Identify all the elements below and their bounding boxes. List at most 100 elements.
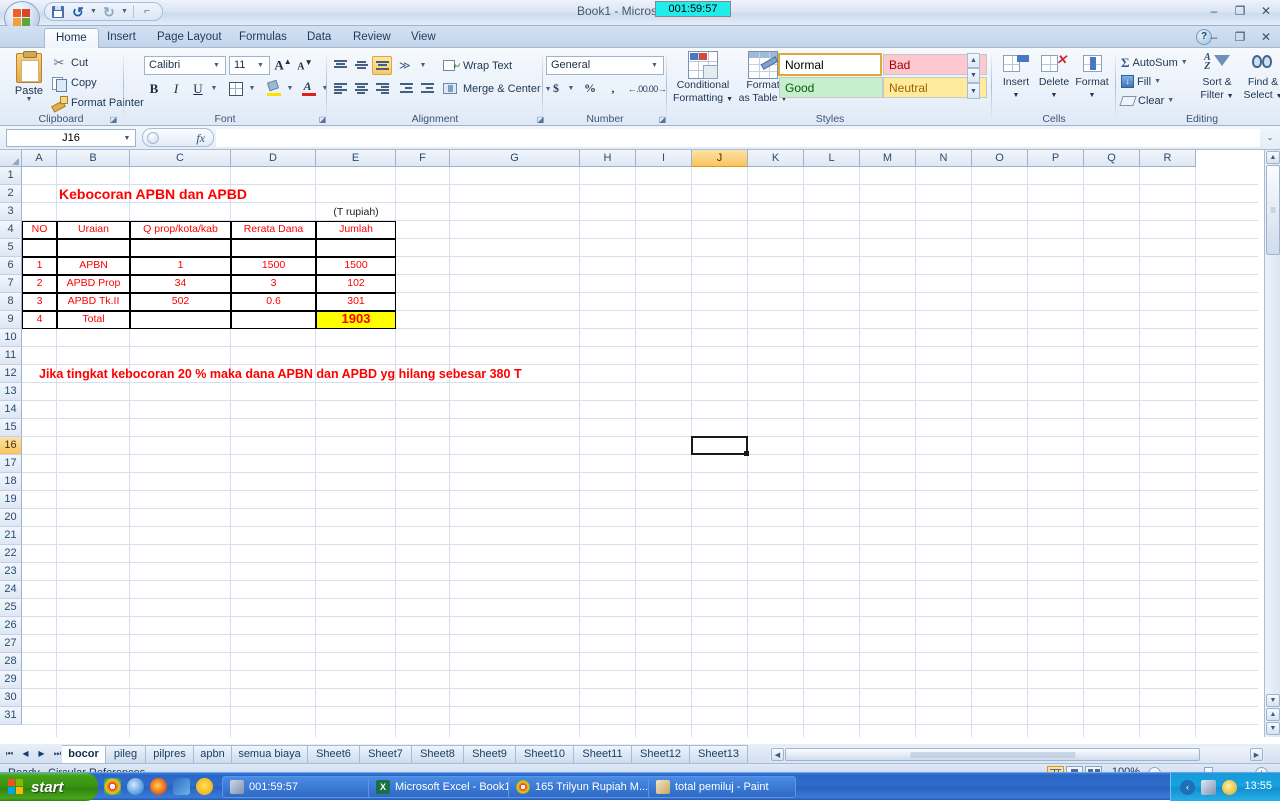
chevron-down-icon[interactable]: ▼: [254, 57, 267, 74]
increase-decimal-button[interactable]: ←.00: [628, 79, 648, 98]
cell-A4-header[interactable]: NO: [22, 221, 57, 239]
cell-A7[interactable]: 2: [22, 275, 57, 293]
cell-A8[interactable]: 3: [22, 293, 57, 311]
taskbar-item-browser[interactable]: 165 Trilyun Rupiah M...: [508, 776, 656, 798]
name-box[interactable]: J16 ▼: [6, 129, 136, 147]
styles-scroll-up[interactable]: ▲: [967, 53, 980, 68]
first-sheet-button[interactable]: ⏮: [2, 746, 17, 761]
cell-B2-title[interactable]: Kebocoran APBN dan APBD: [59, 186, 389, 203]
paste-button[interactable]: Paste ▼: [6, 51, 52, 111]
cell-B12-note[interactable]: Jika tingkat kebocoran 20 % maka dana AP…: [39, 366, 679, 383]
cell-style-normal[interactable]: Normal: [778, 53, 882, 76]
cell-row5-blank[interactable]: [231, 239, 316, 257]
column-header-O[interactable]: O: [972, 150, 1028, 167]
increase-font-size-button[interactable]: A▲: [273, 56, 293, 75]
accounting-dropdown[interactable]: ▼: [566, 79, 576, 98]
clipboard-dialog-launcher[interactable]: ◪: [108, 113, 119, 124]
chevron-down-icon[interactable]: ▼: [121, 130, 133, 147]
row-header-2[interactable]: 2: [0, 185, 22, 203]
row-header-29[interactable]: 29: [0, 671, 22, 689]
cell-C4-header[interactable]: Q prop/kota/kab: [130, 221, 231, 239]
cell-B7[interactable]: APBD Prop: [57, 275, 130, 293]
copy-button[interactable]: Copy: [48, 74, 100, 92]
sheet-tab-sheet9[interactable]: Sheet9: [464, 745, 516, 763]
row-header-17[interactable]: 17: [0, 455, 22, 473]
row-header-3[interactable]: 3: [0, 203, 22, 221]
vertical-scrollbar[interactable]: ▲ ▼ ▲ ▼: [1264, 150, 1280, 737]
chrome-icon[interactable]: [104, 778, 121, 795]
column-header-H[interactable]: H: [580, 150, 636, 167]
column-header-C[interactable]: C: [130, 150, 231, 167]
bold-button[interactable]: B: [144, 79, 164, 98]
workbook-restore-button[interactable]: ❐: [1230, 29, 1250, 45]
scroll-left-button[interactable]: ◀: [771, 748, 784, 761]
scroll-down-button[interactable]: ▼: [1266, 694, 1280, 707]
format-cells-button[interactable]: Format ▼: [1073, 50, 1111, 112]
row-header-14[interactable]: 14: [0, 401, 22, 419]
cell-C8[interactable]: 502: [130, 293, 231, 311]
scroll-up-button[interactable]: ▲: [1266, 151, 1280, 164]
taskbar-item-timer[interactable]: 001:59:57: [222, 776, 377, 798]
horizontal-scroll-thumb[interactable]: [785, 748, 1200, 761]
orientation-button[interactable]: ≫: [396, 56, 418, 75]
firefox-icon[interactable]: [150, 778, 167, 795]
accounting-format-button[interactable]: $: [546, 79, 566, 98]
column-header-J[interactable]: J: [692, 150, 748, 167]
previous-page-button[interactable]: ▲: [1266, 708, 1280, 721]
row-header-22[interactable]: 22: [0, 545, 22, 563]
close-button[interactable]: ✕: [1256, 3, 1276, 19]
column-header-M[interactable]: M: [860, 150, 916, 167]
borders-button[interactable]: [225, 79, 247, 98]
autosum-button[interactable]: Σ AutoSum ▼: [1118, 54, 1191, 71]
taskbar-clock[interactable]: 13:55: [1244, 780, 1272, 792]
cell-D8[interactable]: 0.6: [231, 293, 316, 311]
sheet-tab-apbn[interactable]: apbn: [194, 745, 232, 763]
row-header-9[interactable]: 9: [0, 311, 22, 329]
cell-D9[interactable]: [231, 311, 316, 329]
row-header-4[interactable]: 4: [0, 221, 22, 239]
row-header-31[interactable]: 31: [0, 707, 22, 725]
cell-B9[interactable]: Total: [57, 311, 130, 329]
sheet-tab-sheet6[interactable]: Sheet6: [308, 745, 360, 763]
alignment-dialog-launcher[interactable]: ◪: [535, 113, 546, 124]
cell-area[interactable]: Kebocoran APBN dan APBD (T rupiah) NO Uraia…: [22, 167, 1258, 737]
chevron-down-icon[interactable]: ▼: [210, 57, 223, 74]
column-header-E[interactable]: E: [316, 150, 396, 167]
row-header-26[interactable]: 26: [0, 617, 22, 635]
row-header-19[interactable]: 19: [0, 491, 22, 509]
show-hidden-icons-button[interactable]: ‹: [1180, 779, 1195, 795]
tab-data[interactable]: Data: [296, 28, 342, 48]
align-top-button[interactable]: [330, 56, 350, 75]
cell-row5-blank[interactable]: [57, 239, 130, 257]
workbook-close-button[interactable]: ✕: [1256, 29, 1276, 45]
column-header-P[interactable]: P: [1028, 150, 1084, 167]
underline-button[interactable]: U: [188, 79, 208, 98]
cell-C6[interactable]: 1: [130, 257, 231, 275]
decrease-decimal-button[interactable]: .00→: [647, 79, 667, 98]
column-header-Q[interactable]: Q: [1084, 150, 1140, 167]
cell-B4-header[interactable]: Uraian: [57, 221, 130, 239]
cell-D7[interactable]: 3: [231, 275, 316, 293]
column-header-L[interactable]: L: [804, 150, 860, 167]
delete-cells-button[interactable]: ✕ Delete ▼: [1035, 50, 1073, 112]
internet-explorer-icon[interactable]: [127, 778, 144, 795]
workbook-minimize-button[interactable]: –: [1204, 29, 1224, 45]
sheet-tab-sheet11[interactable]: Sheet11: [574, 745, 632, 763]
insert-cells-button[interactable]: Insert ▼: [997, 50, 1035, 112]
tab-formulas[interactable]: Formulas: [228, 28, 298, 48]
cell-row5-blank[interactable]: [316, 239, 396, 257]
column-header-B[interactable]: B: [57, 150, 130, 167]
sheet-tab-semua-biaya[interactable]: semua biaya: [232, 745, 308, 763]
start-button[interactable]: start: [0, 773, 98, 801]
cell-D4-header[interactable]: Rerata Dana: [231, 221, 316, 239]
clear-button[interactable]: Clear ▼: [1118, 92, 1177, 109]
cell-E9[interactable]: 1903: [316, 311, 396, 329]
find-select-button[interactable]: Find & Select ▼: [1240, 50, 1280, 112]
column-header-R[interactable]: R: [1140, 150, 1196, 167]
tab-view[interactable]: View: [400, 28, 447, 48]
fill-button[interactable]: ↓ Fill ▼: [1118, 73, 1164, 90]
styles-more[interactable]: ▼: [967, 83, 980, 99]
column-header-N[interactable]: N: [916, 150, 972, 167]
outlook-icon[interactable]: [173, 778, 190, 795]
align-bottom-button[interactable]: [372, 56, 392, 75]
